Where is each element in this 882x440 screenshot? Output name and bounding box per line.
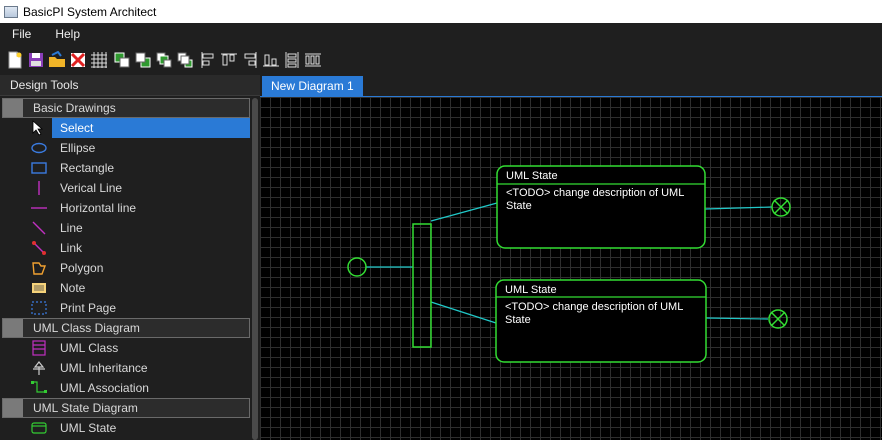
title-bar: BasicPI System Architect: [0, 0, 882, 23]
tab-bar: New Diagram 1: [260, 75, 882, 97]
fork-bar[interactable]: [412, 223, 432, 348]
tools-tree: Basic Drawings Select Ellipse Rectangle …: [2, 98, 250, 438]
print-page-icon: [30, 300, 48, 316]
state-1-desc-line-2: State: [506, 200, 532, 212]
send-to-back-icon[interactable]: [176, 50, 194, 70]
state-2-title: UML State: [505, 284, 557, 296]
tool-label: Note: [60, 281, 86, 295]
initial-state-node[interactable]: [347, 257, 367, 277]
delete-icon[interactable]: [69, 50, 87, 70]
group-basic-drawings[interactable]: Basic Drawings: [2, 98, 250, 118]
group-label: UML State Diagram: [33, 401, 138, 415]
ellipse-icon: [30, 140, 48, 156]
state-1-title: UML State: [506, 170, 558, 182]
uml-inheritance-icon: [30, 360, 48, 376]
bring-to-front-icon[interactable]: [155, 50, 173, 70]
tool-label: UML Class: [60, 341, 119, 355]
distribute-vertical-icon[interactable]: [283, 50, 301, 70]
panel-scrollbar[interactable]: [252, 98, 258, 440]
vertical-line-icon: [30, 180, 48, 196]
design-tools-panel: Design Tools Basic Drawings Select Ellip…: [0, 75, 260, 440]
tool-label: Rectangle: [60, 161, 115, 175]
align-bottom-icon[interactable]: [262, 50, 280, 70]
tool-select[interactable]: Select: [2, 118, 250, 138]
tool-label: UML Association: [60, 381, 149, 395]
tool-horizontal-line[interactable]: Horizontal line: [2, 198, 250, 218]
menu-help[interactable]: Help: [43, 23, 92, 45]
distribute-horizontal-icon[interactable]: [304, 50, 322, 70]
open-folder-icon[interactable]: [48, 50, 66, 70]
final-state-node-2[interactable]: [768, 309, 788, 329]
tool-vertical-line[interactable]: Verical Line: [2, 178, 250, 198]
toolbar: [0, 45, 882, 75]
tool-label: Print Page: [60, 301, 117, 315]
tool-line[interactable]: Line: [2, 218, 250, 238]
tool-label: Select: [52, 118, 250, 138]
link-icon: [30, 240, 48, 256]
tool-uml-association[interactable]: UML Association: [2, 378, 250, 398]
group-uml-class-diagram[interactable]: UML Class Diagram: [2, 318, 250, 338]
tool-label: Link: [60, 241, 83, 255]
tool-note[interactable]: Note: [2, 278, 250, 298]
connector-state-2-to-final[interactable]: [705, 317, 769, 320]
app-icon: [4, 5, 18, 18]
tool-label: Ellipse: [60, 141, 96, 155]
panel-title: Design Tools: [0, 75, 260, 96]
grid-icon[interactable]: [90, 50, 108, 70]
tool-uml-inheritance[interactable]: UML Inheritance: [2, 358, 250, 378]
group-label: UML Class Diagram: [33, 321, 140, 335]
align-left-icon[interactable]: [199, 50, 217, 70]
state-2-desc-line-2: State: [505, 314, 531, 326]
note-icon: [30, 280, 48, 296]
tool-label: Horizontal line: [60, 201, 137, 215]
group-toggle[interactable]: [3, 99, 23, 117]
state-1-desc-line-1: <TODO> change description of UML: [506, 187, 684, 199]
uml-association-icon: [30, 380, 48, 396]
align-right-icon[interactable]: [241, 50, 259, 70]
tool-uml-state[interactable]: UML State: [2, 418, 250, 438]
state-2-desc-line-1: <TODO> change description of UML: [505, 301, 683, 313]
diagram-canvas[interactable]: UML State <TODO> change description of U…: [260, 97, 882, 440]
bring-forward-icon[interactable]: [113, 50, 131, 70]
connector-fork-to-state-1[interactable]: [430, 202, 498, 222]
save-icon[interactable]: [27, 50, 45, 70]
tool-label: Polygon: [60, 261, 104, 275]
final-state-node-1[interactable]: [771, 197, 791, 217]
tool-label: Verical Line: [60, 181, 123, 195]
new-file-icon[interactable]: [6, 50, 24, 70]
tool-label: Line: [60, 221, 83, 235]
rectangle-icon: [30, 160, 48, 176]
polygon-icon: [30, 260, 48, 276]
tool-print-page[interactable]: Print Page: [2, 298, 250, 318]
connector-fork-to-state-2[interactable]: [430, 301, 497, 324]
group-toggle[interactable]: [3, 399, 23, 417]
tool-ellipse[interactable]: Ellipse: [2, 138, 250, 158]
connector-state-1-to-final[interactable]: [704, 206, 773, 210]
uml-state-1[interactable]: UML State <TODO> change description of U…: [496, 165, 706, 249]
tool-polygon[interactable]: Polygon: [2, 258, 250, 278]
horizontal-line-icon: [30, 200, 48, 216]
uml-state-icon: [30, 420, 48, 436]
send-backward-icon[interactable]: [134, 50, 152, 70]
uml-state-2[interactable]: UML State <TODO> change description of U…: [495, 279, 707, 363]
arrow-cursor-icon: [30, 120, 48, 136]
menu-bar: File Help: [0, 23, 882, 45]
window-title: BasicPI System Architect: [23, 4, 157, 19]
tool-label: UML State: [60, 421, 117, 435]
group-label: Basic Drawings: [33, 101, 116, 115]
diagram-svg: UML State <TODO> change description of U…: [347, 165, 791, 363]
uml-class-icon: [30, 340, 48, 356]
tool-link[interactable]: Link: [2, 238, 250, 258]
tab-new-diagram-1[interactable]: New Diagram 1: [262, 76, 363, 97]
tool-label: UML Inheritance: [60, 361, 148, 375]
group-toggle[interactable]: [3, 319, 23, 337]
group-uml-state-diagram[interactable]: UML State Diagram: [2, 398, 250, 418]
align-top-icon[interactable]: [220, 50, 238, 70]
line-icon: [30, 220, 48, 236]
tool-uml-class[interactable]: UML Class: [2, 338, 250, 358]
menu-file[interactable]: File: [0, 23, 43, 45]
tool-rectangle[interactable]: Rectangle: [2, 158, 250, 178]
